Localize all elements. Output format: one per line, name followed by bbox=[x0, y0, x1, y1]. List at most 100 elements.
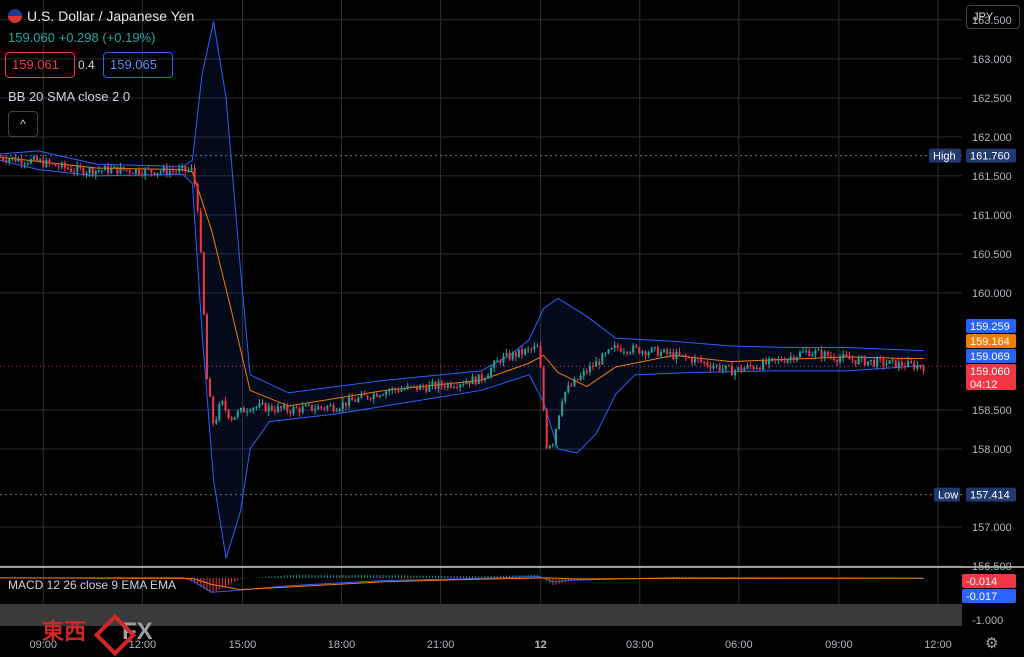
candle-body bbox=[276, 406, 279, 412]
candle-body bbox=[471, 376, 474, 385]
candle-body bbox=[446, 383, 449, 388]
candle-body bbox=[731, 365, 734, 376]
candle-body bbox=[888, 360, 891, 364]
candle-body bbox=[73, 171, 76, 173]
candle-body bbox=[261, 403, 264, 405]
candle-body bbox=[91, 167, 94, 175]
candle-body bbox=[687, 357, 690, 359]
x-tick-label: 12 bbox=[535, 639, 547, 651]
bb-upper-tag: 159.259 bbox=[970, 321, 1010, 333]
candle-body bbox=[653, 347, 656, 349]
candle-body bbox=[897, 361, 900, 368]
candle-body bbox=[743, 368, 746, 371]
candle-body bbox=[666, 349, 669, 354]
y-tick-label: 161.000 bbox=[972, 210, 1012, 222]
candle-body bbox=[193, 168, 196, 185]
x-tick-label: 15:00 bbox=[229, 639, 257, 651]
x-tick-label: 18:00 bbox=[328, 639, 356, 651]
candle-body bbox=[415, 385, 418, 390]
x-tick-label: 21:00 bbox=[427, 639, 455, 651]
candle-body bbox=[104, 166, 107, 171]
candle-body bbox=[178, 167, 181, 172]
macd-indicator-label[interactable]: MACD 12 26 close 9 EMA EMA bbox=[8, 578, 176, 592]
watermark-cn: 東西 bbox=[42, 619, 87, 644]
candle-body bbox=[721, 368, 724, 371]
candle-body bbox=[851, 359, 854, 361]
bb-lower-tag: 159.069 bbox=[970, 351, 1010, 363]
candle-body bbox=[771, 358, 774, 360]
candle-body bbox=[17, 158, 20, 162]
bb-fill bbox=[0, 21, 924, 559]
candle-body bbox=[737, 367, 740, 371]
candle-body bbox=[644, 351, 647, 356]
candle-body bbox=[224, 400, 227, 410]
candle-body bbox=[326, 406, 329, 409]
candle-body bbox=[632, 345, 635, 353]
chart-canvas[interactable]: 163.500163.000162.500162.000161.500161.0… bbox=[0, 0, 1024, 657]
symbol-name: U.S. Dollar / Japanese Yen bbox=[27, 8, 195, 24]
y-tick-label: 160.000 bbox=[972, 288, 1012, 300]
candle-body bbox=[894, 359, 897, 368]
candle-body bbox=[412, 385, 415, 387]
candle-body bbox=[656, 347, 659, 357]
candle-body bbox=[622, 351, 625, 353]
candle-body bbox=[706, 362, 709, 366]
bb-indicator-label[interactable]: BB 20 SMA close 2 0 bbox=[8, 89, 130, 104]
candle-body bbox=[641, 351, 644, 354]
candle-body bbox=[116, 166, 119, 174]
candle-body bbox=[798, 352, 801, 358]
buy-button[interactable]: 159.065 bbox=[103, 52, 173, 78]
candle-body bbox=[811, 354, 814, 357]
candle-body bbox=[505, 352, 508, 356]
candle-body bbox=[397, 389, 400, 392]
x-tick-label: 06:00 bbox=[725, 639, 753, 651]
sma-tag: 159.164 bbox=[970, 336, 1010, 348]
candle-body bbox=[372, 393, 375, 400]
sell-button[interactable]: 159.061 bbox=[5, 52, 75, 78]
candle-body bbox=[761, 360, 764, 370]
candle-body bbox=[419, 385, 422, 390]
settings-gear-icon[interactable]: ⚙ bbox=[985, 634, 998, 652]
candle-body bbox=[162, 167, 165, 172]
candle-body bbox=[131, 172, 134, 174]
candle-body bbox=[465, 382, 468, 385]
candle-body bbox=[669, 352, 672, 354]
candle-body bbox=[14, 157, 17, 162]
candle-body bbox=[601, 353, 604, 365]
candle-body bbox=[681, 354, 684, 356]
candle-body bbox=[409, 385, 412, 387]
candle-body bbox=[774, 358, 777, 360]
quote-change: 159.060 +0.298 (+0.19%) bbox=[8, 30, 156, 45]
candle-body bbox=[11, 157, 14, 160]
candle-body bbox=[255, 406, 258, 408]
candle-body bbox=[100, 170, 103, 172]
candle-body bbox=[848, 356, 851, 360]
currency-button[interactable]: JPY bbox=[966, 5, 1020, 29]
candle-body bbox=[576, 379, 579, 381]
candle-body bbox=[792, 356, 795, 361]
candle-body bbox=[428, 384, 431, 392]
candle-body bbox=[150, 168, 153, 173]
candle-body bbox=[32, 156, 35, 160]
y-tick-label: 157.000 bbox=[972, 522, 1012, 534]
candle-body bbox=[907, 361, 910, 367]
candle-body bbox=[490, 367, 493, 376]
candle-body bbox=[709, 365, 712, 369]
candle-body bbox=[780, 358, 783, 361]
candle-body bbox=[542, 367, 545, 410]
candle-body bbox=[82, 168, 85, 175]
candle-body bbox=[870, 359, 873, 362]
candle-body bbox=[292, 407, 295, 414]
candle-body bbox=[678, 351, 681, 355]
candle-body bbox=[517, 349, 520, 357]
candle-body bbox=[684, 354, 687, 358]
candle-body bbox=[119, 166, 122, 174]
candle-body bbox=[23, 163, 26, 165]
candle-body bbox=[650, 347, 653, 353]
candle-body bbox=[536, 346, 539, 348]
candle-body bbox=[548, 445, 551, 449]
collapse-indicators-button[interactable]: ^ bbox=[8, 111, 38, 137]
symbol-title: U.S. Dollar / Japanese Yen bbox=[8, 8, 194, 24]
candle-body bbox=[499, 360, 502, 363]
candle-body bbox=[270, 405, 273, 411]
